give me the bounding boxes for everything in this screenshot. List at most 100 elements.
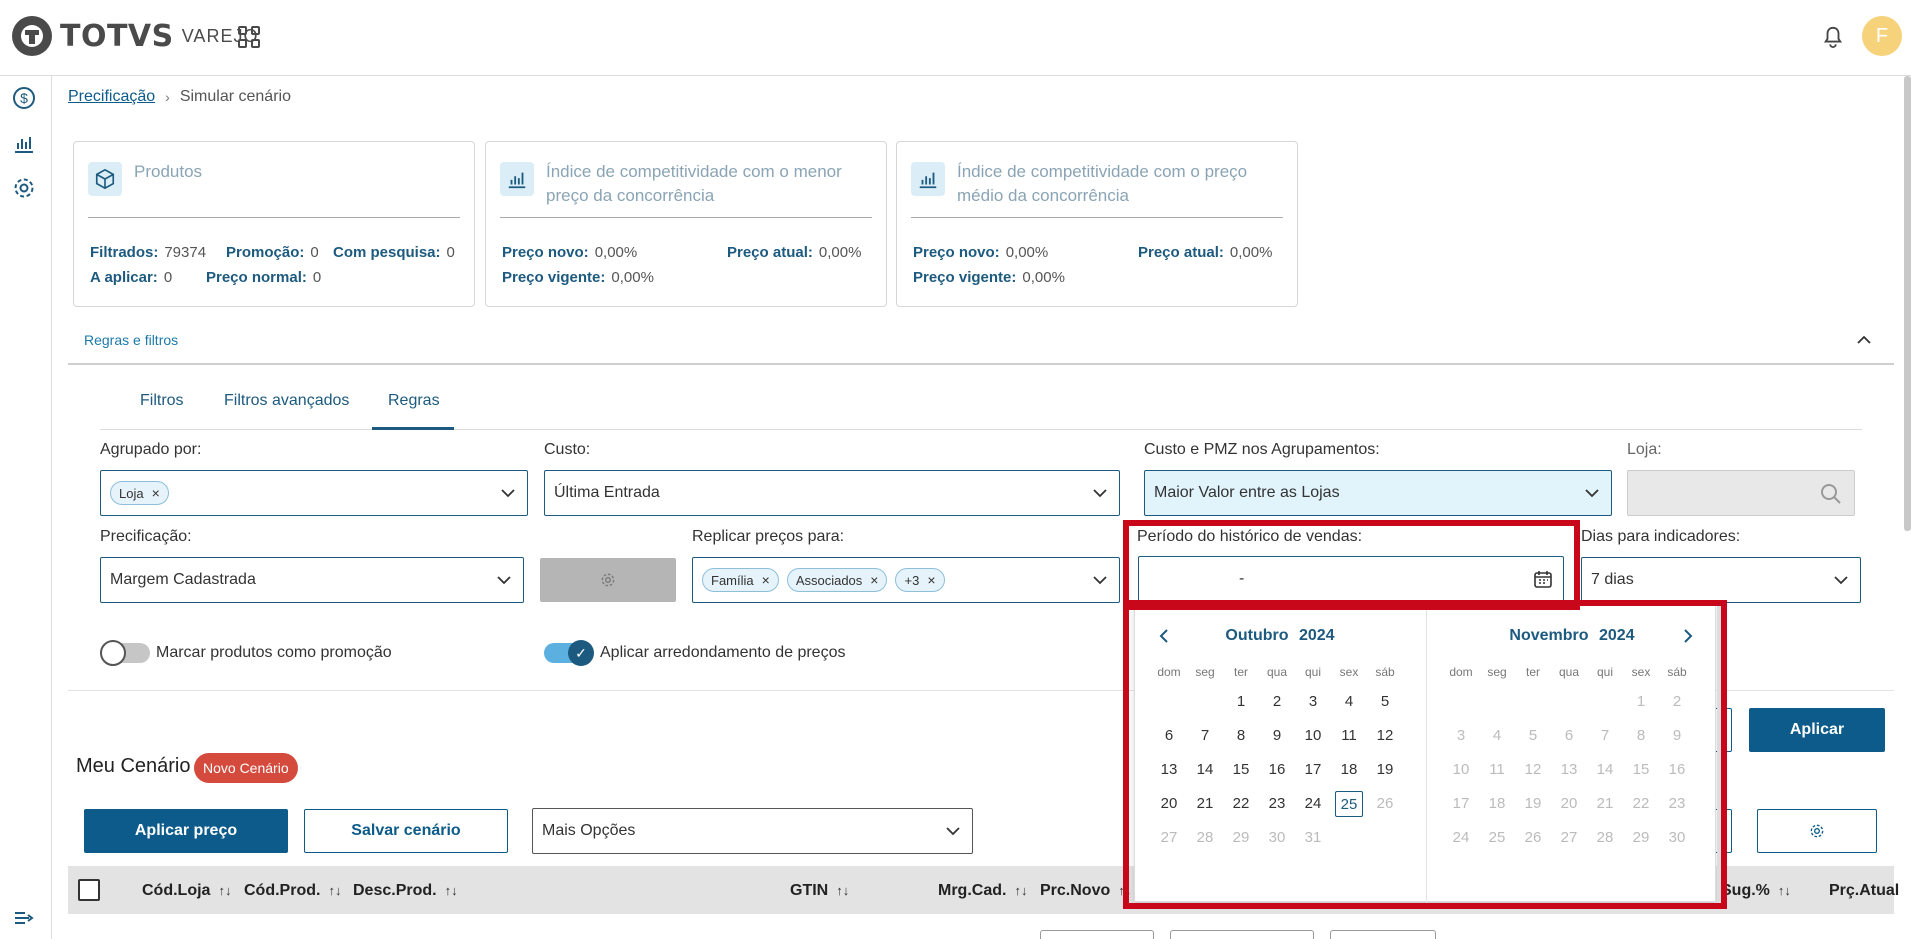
card-title: Produtos: [134, 162, 203, 181]
sort-icon: ↑↓: [836, 883, 850, 898]
col-prc-atual[interactable]: Prç.Atual: [1829, 882, 1899, 900]
stat-promocao: Promoção: 0: [226, 244, 319, 261]
chevron-down-icon: [946, 827, 960, 836]
bar-chart-icon: [911, 162, 945, 196]
custo-select[interactable]: Última Entrada: [544, 470, 1120, 516]
replicar-select[interactable]: Família × Associados × +3 ×: [692, 557, 1120, 603]
sort-icon: ↑↓: [444, 883, 458, 898]
precificacao-select[interactable]: Margem Cadastrada: [100, 557, 524, 603]
mais-opcoes-value: Mais Opções: [542, 822, 636, 839]
stat-filtrados: Filtrados: 79374: [90, 244, 207, 261]
mais-opcoes-select[interactable]: Mais Opções: [532, 808, 973, 854]
promocao-toggle[interactable]: [100, 640, 150, 666]
bell-icon[interactable]: [1822, 24, 1844, 50]
card-title: Índice de competitividade com o preço mé…: [957, 162, 1248, 205]
chevron-down-icon: [1093, 489, 1107, 498]
dias-select[interactable]: 7 dias: [1581, 557, 1861, 603]
select-all-checkbox[interactable]: [78, 879, 100, 901]
chevron-down-icon: [1585, 489, 1599, 498]
page-scrollbar[interactable]: [1904, 76, 1911, 531]
chevron-down-icon: [497, 576, 511, 585]
dias-label: Dias para indicadores:: [1581, 528, 1741, 545]
tab-filtros-avancados[interactable]: Filtros avançados: [224, 392, 349, 410]
col-sug-pct[interactable]: Sug.% ↑↓: [1721, 882, 1791, 900]
top-bar: TOTVS VAREJO F: [0, 0, 1911, 76]
tab-filtros[interactable]: Filtros: [140, 392, 184, 410]
stat-preco-novo: Preço novo: 0,00%: [502, 244, 638, 261]
agrupado-select[interactable]: Loja ×: [100, 470, 528, 516]
totvs-logo-icon: [12, 16, 52, 56]
user-avatar[interactable]: F: [1862, 16, 1902, 56]
col-cod-prod[interactable]: Cód.Prod. ↑↓: [244, 882, 341, 900]
col-cod-loja[interactable]: Cód.Loja ↑↓: [142, 882, 231, 900]
tab-regras[interactable]: Regras: [388, 392, 440, 410]
chevron-up-icon[interactable]: [1856, 332, 1872, 348]
aplicar-preco-button[interactable]: Aplicar preço: [84, 809, 288, 853]
pmz-value: Maior Valor entre as Lojas: [1154, 484, 1340, 501]
card-produtos: Produtos Filtrados: 79374 Promoção: 0 Com …: [73, 141, 475, 307]
col-desc-prod[interactable]: Desc.Prod. ↑↓: [353, 882, 458, 900]
loja-label: Loja:: [1627, 441, 1662, 458]
close-icon[interactable]: ×: [870, 572, 878, 588]
tag-more: +3 ×: [895, 568, 945, 592]
chevron-right-icon: ›: [165, 89, 170, 105]
breadcrumb-link-precificacao[interactable]: Precificação: [68, 88, 155, 106]
custo-value: Última Entrada: [554, 484, 660, 501]
card-title: Índice de competitividade com o menor pr…: [546, 162, 842, 205]
close-icon[interactable]: ×: [927, 572, 935, 588]
search-icon: [1821, 484, 1841, 504]
sort-icon: ↑↓: [218, 883, 232, 898]
salvar-cenario-button[interactable]: Salvar cenário: [304, 809, 508, 853]
agrupado-label: Agrupado por:: [100, 441, 202, 458]
breadcrumb: Precificação › Simular cenário: [68, 88, 291, 106]
tag-loja: Loja ×: [110, 481, 169, 505]
gear-icon[interactable]: [12, 176, 36, 200]
stat-preco-vigente: Preço vigente: 0,00%: [502, 269, 654, 286]
dollar-icon[interactable]: $: [12, 86, 36, 110]
highlight-box: [1123, 600, 1727, 909]
chevron-down-icon: [501, 489, 515, 498]
close-icon[interactable]: ×: [762, 572, 770, 588]
aplicar-button[interactable]: Aplicar: [1749, 708, 1885, 752]
totvs-logo[interactable]: TOTVS VAREJO: [12, 16, 258, 56]
col-mrg-cad[interactable]: Mrg.Cad. ↑↓: [938, 882, 1027, 900]
card-indice-menor: Índice de competitividade com o menor pr…: [485, 141, 887, 307]
stat-preco-atual: Preço atual: 0,00%: [727, 244, 862, 261]
pmz-label: Custo e PMZ nos Agrupamentos:: [1144, 441, 1380, 458]
precificacao-settings-button[interactable]: [540, 558, 676, 602]
stat-aplicar: A aplicar: 0: [90, 269, 173, 286]
apps-grid-icon[interactable]: [238, 26, 260, 48]
chart-icon[interactable]: [12, 132, 36, 156]
table-settings-button[interactable]: [1757, 809, 1877, 853]
col-prc-novo[interactable]: Prc.Novo ↑↓: [1040, 882, 1131, 900]
chevron-down-icon: [1093, 576, 1107, 585]
row-input[interactable]: [1170, 930, 1314, 939]
expand-menu-icon[interactable]: [12, 906, 36, 930]
pmz-select[interactable]: Maior Valor entre as Lojas: [1144, 470, 1612, 516]
stat-preco-atual: Preço atual: 0,00%: [1138, 244, 1273, 261]
promocao-toggle-label: Marcar produtos como promoção: [156, 644, 392, 661]
row-input[interactable]: [1330, 930, 1436, 939]
check-icon: ✓: [568, 640, 594, 666]
dias-value: 7 dias: [1591, 571, 1634, 588]
breadcrumb-current: Simular cenário: [179, 88, 291, 105]
gear-icon: [1810, 824, 1824, 838]
tag-associados: Associados ×: [786, 568, 888, 592]
box-icon: [88, 162, 122, 196]
section-regras-filtros[interactable]: Regras e filtros: [84, 332, 178, 348]
highlight-box: [1123, 520, 1580, 610]
sort-icon: ↑↓: [1777, 883, 1791, 898]
precificacao-label: Precificação:: [100, 528, 192, 545]
loja-search-input[interactable]: [1627, 470, 1855, 516]
stat-preco-novo: Preço novo: 0,00%: [913, 244, 1049, 261]
bar-chart-icon: [500, 162, 534, 196]
svg-text:$: $: [20, 90, 28, 106]
stat-normal: Preço normal: 0: [206, 269, 322, 286]
arredondamento-toggle[interactable]: ✓: [544, 640, 594, 666]
col-gtin[interactable]: GTIN ↑↓: [790, 882, 849, 900]
tag-familia: Família ×: [702, 568, 779, 592]
card-indice-medio: Índice de competitividade com o preço mé…: [896, 141, 1298, 307]
close-icon[interactable]: ×: [152, 485, 160, 501]
chevron-down-icon: [1834, 576, 1848, 585]
row-input[interactable]: [1040, 930, 1154, 939]
